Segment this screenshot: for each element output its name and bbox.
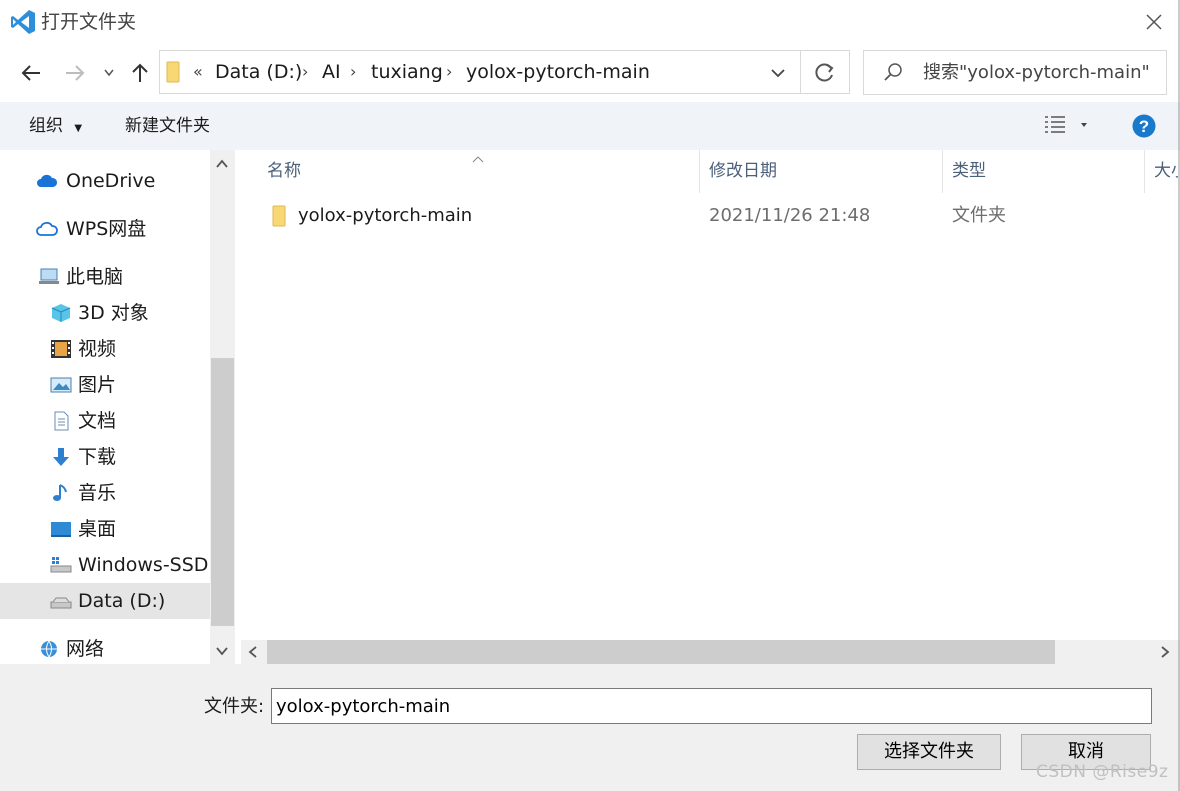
- chevron-down-icon: [771, 69, 785, 78]
- close-icon: [1146, 14, 1162, 30]
- sidebar-item-label: 视频: [78, 338, 117, 360]
- sidebar-item-label: 此电脑: [66, 266, 124, 288]
- column-divider[interactable]: [1144, 150, 1145, 193]
- breadcrumb-tuxiang[interactable]: tuxiang: [371, 50, 443, 94]
- drive-icon: [50, 557, 72, 573]
- breadcrumb-separator[interactable]: ›: [446, 50, 452, 94]
- sidebar-item-label: WPS网盘: [66, 218, 147, 240]
- sidebar-item-pictures[interactable]: 图片: [0, 367, 210, 403]
- sidebar-item-data-drive[interactable]: Data (D:): [0, 583, 210, 619]
- breadcrumb-data-drive[interactable]: Data (D:): [215, 50, 302, 94]
- chevron-down-icon: [104, 69, 114, 77]
- download-arrow-icon: [53, 448, 69, 466]
- watermark: CSDN @Rise9z: [1036, 762, 1169, 782]
- sidebar-item-desktop[interactable]: 桌面: [0, 511, 210, 547]
- folder-name-input[interactable]: [271, 688, 1152, 724]
- details-view-icon: [1045, 116, 1087, 133]
- dialog-footer: [0, 664, 1180, 791]
- cube-icon: [51, 304, 71, 322]
- music-note-icon: [53, 484, 67, 501]
- caret-down-icon: ▼: [74, 123, 83, 134]
- sidebar-item-label: 3D 对象: [78, 302, 149, 324]
- picture-icon: [50, 377, 72, 393]
- sidebar-item-label: 图片: [78, 374, 117, 396]
- sidebar-item-label: OneDrive: [66, 170, 156, 192]
- select-folder-button[interactable]: 选择文件夹: [857, 734, 1001, 770]
- sidebar-item-windows-ssd[interactable]: Windows-SSD (: [0, 547, 222, 583]
- drive-icon: [50, 597, 72, 609]
- organize-menu[interactable]: 组织 ▼: [29, 102, 82, 153]
- horizontal-scrollbar-thumb[interactable]: [267, 640, 1055, 664]
- column-header-size[interactable]: 大小: [1154, 150, 1178, 193]
- up-button[interactable]: [125, 56, 155, 90]
- back-button[interactable]: [16, 56, 46, 90]
- column-header-name[interactable]: 名称: [267, 150, 301, 193]
- breadcrumb-ai[interactable]: AI: [322, 50, 341, 94]
- forward-arrow-icon: [66, 65, 85, 81]
- new-folder-button[interactable]: 新建文件夹: [125, 102, 210, 150]
- vscode-app-icon: [10, 9, 36, 35]
- sidebar-item-downloads[interactable]: 下载: [0, 439, 210, 475]
- column-header-date[interactable]: 修改日期: [709, 150, 777, 193]
- svg-text:?: ?: [1139, 117, 1149, 136]
- sidebar-item-documents[interactable]: 文档: [0, 403, 210, 439]
- search-icon: [882, 61, 904, 87]
- recent-locations-button[interactable]: [95, 56, 123, 90]
- up-arrow-icon: [132, 63, 148, 82]
- document-icon: [54, 411, 69, 431]
- help-icon: ?: [1132, 114, 1156, 138]
- cloud-icon: [37, 174, 58, 187]
- file-name: yolox-pytorch-main: [298, 205, 473, 226]
- sidebar-scrollbar-thumb[interactable]: [211, 358, 234, 626]
- file-modified: 2021/11/26 21:48: [709, 205, 871, 226]
- address-overflow[interactable]: «: [193, 50, 203, 94]
- refresh-button[interactable]: [801, 50, 850, 94]
- scroll-down-arrow-icon[interactable]: [214, 643, 230, 663]
- view-options-button[interactable]: [1043, 113, 1093, 141]
- sidebar-item-label: 桌面: [78, 518, 117, 540]
- scroll-left-arrow-icon[interactable]: [245, 644, 261, 664]
- sidebar-item-label: 文档: [78, 410, 117, 432]
- sidebar-item-onedrive[interactable]: OneDrive: [0, 163, 210, 199]
- window-title: 打开文件夹: [41, 11, 137, 33]
- film-icon: [51, 340, 71, 358]
- scroll-right-arrow-icon[interactable]: [1157, 644, 1173, 664]
- column-divider[interactable]: [942, 150, 943, 193]
- network-icon: [41, 640, 57, 658]
- file-type: 文件夹: [952, 205, 1006, 226]
- close-button[interactable]: [1136, 4, 1172, 40]
- sidebar-item-3d-objects[interactable]: 3D 对象: [0, 295, 210, 331]
- sort-ascending-icon: [472, 148, 484, 167]
- forward-button[interactable]: [60, 56, 90, 90]
- refresh-icon: [815, 63, 834, 82]
- sidebar-item-wps[interactable]: WPS网盘: [0, 211, 210, 247]
- folder-icon: [166, 61, 180, 87]
- sidebar-item-label: Windows-SSD (: [78, 554, 222, 576]
- breadcrumb-yolox[interactable]: yolox-pytorch-main: [466, 50, 650, 94]
- organize-label: 组织: [29, 116, 63, 136]
- column-divider[interactable]: [699, 150, 700, 193]
- folder-icon: [272, 205, 286, 227]
- title-bar: [0, 0, 1180, 44]
- desktop-icon: [51, 522, 71, 537]
- address-dropdown-button[interactable]: [757, 50, 801, 94]
- sidebar-item-videos[interactable]: 视频: [0, 331, 210, 367]
- sidebar-item-label: 下载: [78, 446, 117, 468]
- column-header-type[interactable]: 类型: [952, 150, 986, 193]
- breadcrumb-separator[interactable]: ›: [302, 50, 308, 94]
- folder-field-label: 文件夹:: [204, 696, 265, 717]
- sidebar-item-label: Data (D:): [78, 590, 166, 612]
- help-button[interactable]: ?: [1132, 114, 1156, 142]
- computer-icon: [39, 268, 59, 284]
- breadcrumb-separator[interactable]: ›: [350, 50, 356, 94]
- scroll-up-arrow-icon[interactable]: [214, 156, 230, 176]
- sidebar-item-music[interactable]: 音乐: [0, 475, 210, 511]
- sidebar-item-this-pc[interactable]: 此电脑: [0, 259, 210, 295]
- sidebar-item-label: 音乐: [78, 482, 117, 504]
- cloud-outline-icon: [36, 221, 58, 236]
- search-input[interactable]: 搜索"yolox-pytorch-main": [923, 50, 1150, 95]
- sidebar-item-label: 网络: [66, 638, 105, 660]
- sidebar-item-network[interactable]: 网络: [0, 631, 210, 667]
- back-arrow-icon: [21, 65, 40, 81]
